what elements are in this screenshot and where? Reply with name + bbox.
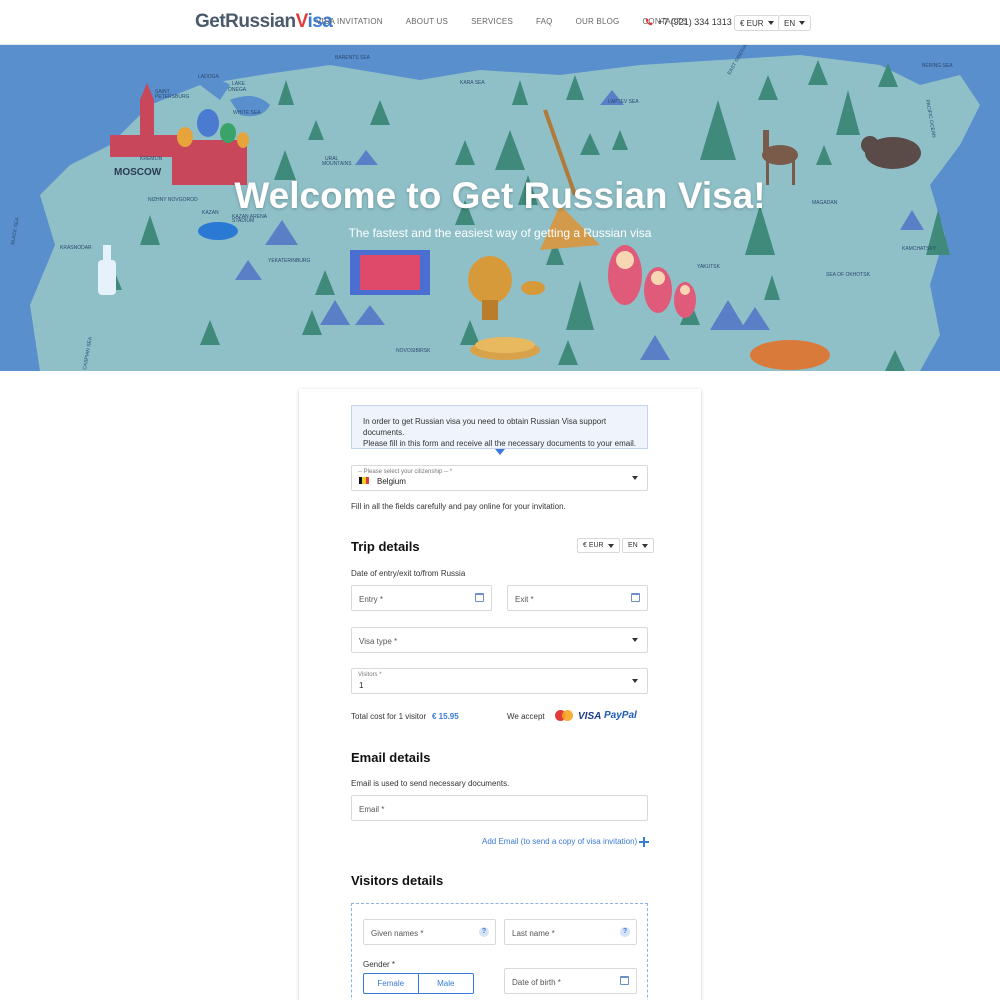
paypal-logo: PayPal	[604, 710, 637, 721]
language-select[interactable]: EN	[778, 15, 812, 31]
svg-text:ONEGA: ONEGA	[228, 87, 247, 93]
svg-text:YEKATERINBURG: YEKATERINBURG	[268, 258, 311, 264]
help-icon[interactable]: ?	[620, 927, 630, 937]
svg-text:WHITE SEA: WHITE SEA	[233, 110, 261, 116]
total-cost-label: Total cost for 1 visitor	[351, 712, 427, 721]
info-text-line1: In order to get Russian visa you need to…	[363, 417, 607, 437]
svg-text:PETERSBURG: PETERSBURG	[155, 94, 190, 100]
svg-text:BERING SEA: BERING SEA	[922, 63, 953, 69]
chevron-down-icon	[799, 21, 806, 25]
hero-title: Welcome to Get Russian Visa!	[234, 175, 766, 216]
trip-details-heading: Trip details	[351, 539, 420, 554]
info-box: In order to get Russian visa you need to…	[351, 405, 648, 449]
gender-male-option[interactable]: Male	[419, 974, 474, 993]
plus-icon[interactable]	[639, 837, 649, 847]
hero-banner: MOSCOW KREMLIN SAINT PETERSBURG LADOGA LAK…	[0, 45, 1000, 371]
chevron-down-icon	[632, 476, 638, 480]
site-logo[interactable]: GetRussianVisa	[195, 11, 333, 33]
calendar-icon	[620, 976, 629, 985]
visa-form-card: In order to get Russian visa you need to…	[299, 389, 701, 1000]
mastercard-icon	[555, 710, 573, 722]
citizenship-label: -- Please select your citizenship -- *	[358, 469, 453, 475]
we-accept-label: We accept	[507, 712, 545, 721]
citizenship-select[interactable]: -- Please select your citizenship -- * B…	[351, 465, 648, 491]
svg-text:KARA SEA: KARA SEA	[460, 80, 485, 86]
nav-our-blog[interactable]: OUR BLOG	[576, 17, 620, 26]
given-names-placeholder: Given names *	[371, 929, 424, 938]
teacup-icon	[521, 281, 545, 295]
nav-about-us[interactable]: ABOUT US	[406, 17, 448, 26]
nav-visa-invitation[interactable]: VISA INVITATION	[316, 17, 383, 26]
header-phone[interactable]: +7 (921) 334 1313	[645, 17, 732, 27]
svg-text:YAKUTSK: YAKUTSK	[697, 264, 721, 270]
email-details-heading: Email details	[351, 750, 431, 765]
chevron-down-icon	[641, 543, 648, 548]
email-note: Email is used to send necessary document…	[351, 779, 510, 788]
visitors-value: 1	[359, 681, 364, 690]
currency-select[interactable]: € EUR	[734, 15, 780, 31]
add-email-link[interactable]: Add Email (to send a copy of visa invita…	[482, 837, 637, 846]
calendar-icon	[631, 593, 640, 602]
gender-female-option[interactable]: Female	[364, 974, 419, 993]
chevron-down-icon	[607, 543, 614, 548]
tiger-icon	[750, 340, 830, 370]
citizenship-value: Belgium	[377, 477, 406, 486]
calendar-icon	[475, 593, 484, 602]
phone-icon	[645, 18, 653, 26]
visa-type-select[interactable]: Visa type *	[351, 627, 648, 653]
trip-currency-select[interactable]: € EUR	[577, 538, 620, 553]
svg-text:KREMLIN: KREMLIN	[140, 156, 163, 162]
dob-placeholder: Date of birth *	[512, 978, 561, 987]
nav-faq[interactable]: FAQ	[536, 17, 553, 26]
email-placeholder: Email *	[359, 805, 385, 814]
currency-value: € EUR	[740, 18, 764, 28]
svg-text:STADIUM: STADIUM	[232, 218, 254, 224]
visitors-select[interactable]: Visitors * 1	[351, 668, 648, 694]
info-arrow-icon	[495, 449, 505, 455]
exit-placeholder: Exit *	[515, 595, 534, 604]
visa-logo: VISA	[578, 711, 602, 722]
hero-subtitle: The fastest and the easiest way of getti…	[348, 226, 652, 240]
last-name-input[interactable]: Last name * ?	[504, 919, 637, 945]
total-cost-value: € 15.95	[432, 712, 459, 721]
trip-language-select[interactable]: EN	[622, 538, 654, 553]
date-of-birth-input[interactable]: Date of birth *	[504, 968, 637, 994]
nav-services[interactable]: SERVICES	[471, 17, 513, 26]
chevron-down-icon	[632, 679, 638, 683]
dates-label: Date of entry/exit to/from Russia	[351, 569, 466, 578]
last-name-placeholder: Last name *	[512, 929, 555, 938]
svg-text:BARENTS SEA: BARENTS SEA	[335, 55, 371, 61]
trip-language-value: EN	[628, 542, 638, 549]
gender-toggle: Female Male	[363, 973, 474, 994]
pancakes-icon	[470, 337, 540, 360]
given-names-input[interactable]: Given names * ?	[363, 919, 496, 945]
svg-text:LAPTEV SEA: LAPTEV SEA	[608, 99, 639, 105]
site-header: GetRussianVisa VISA INVITATION ABOUT US …	[0, 0, 1000, 45]
chevron-down-icon	[632, 638, 638, 642]
svg-text:MOUNTAINS: MOUNTAINS	[322, 161, 352, 167]
fill-note: Fill in all the fields carefully and pay…	[351, 502, 566, 511]
chevron-down-icon	[767, 21, 774, 25]
gender-label: Gender *	[363, 960, 396, 969]
trip-currency-value: € EUR	[583, 542, 604, 549]
email-input[interactable]: Email *	[351, 795, 648, 821]
visa-type-placeholder: Visa type *	[359, 637, 398, 646]
visitors-label: Visitors *	[358, 672, 382, 678]
entry-placeholder: Entry *	[359, 595, 384, 604]
entry-date-input[interactable]: Entry *	[351, 585, 492, 611]
svg-text:KRASNODAR: KRASNODAR	[60, 245, 92, 251]
svg-text:NOVOSIBIRSK: NOVOSIBIRSK	[396, 348, 431, 354]
svg-text:LADOGA: LADOGA	[198, 74, 220, 80]
phone-number: +7 (921) 334 1313	[658, 17, 732, 27]
svg-text:SEA OF OKHOTSK: SEA OF OKHOTSK	[826, 272, 871, 278]
svg-text:KAMCHATSKY: KAMCHATSKY	[902, 246, 937, 252]
info-text-line2: Please fill in this form and receive all…	[363, 439, 637, 448]
visitors-details-heading: Visitors details	[351, 873, 444, 888]
belgium-flag-icon	[359, 477, 369, 484]
exit-date-input[interactable]: Exit *	[507, 585, 648, 611]
accordion-icon	[350, 250, 430, 295]
language-value: EN	[784, 18, 796, 28]
help-icon[interactable]: ?	[479, 927, 489, 937]
